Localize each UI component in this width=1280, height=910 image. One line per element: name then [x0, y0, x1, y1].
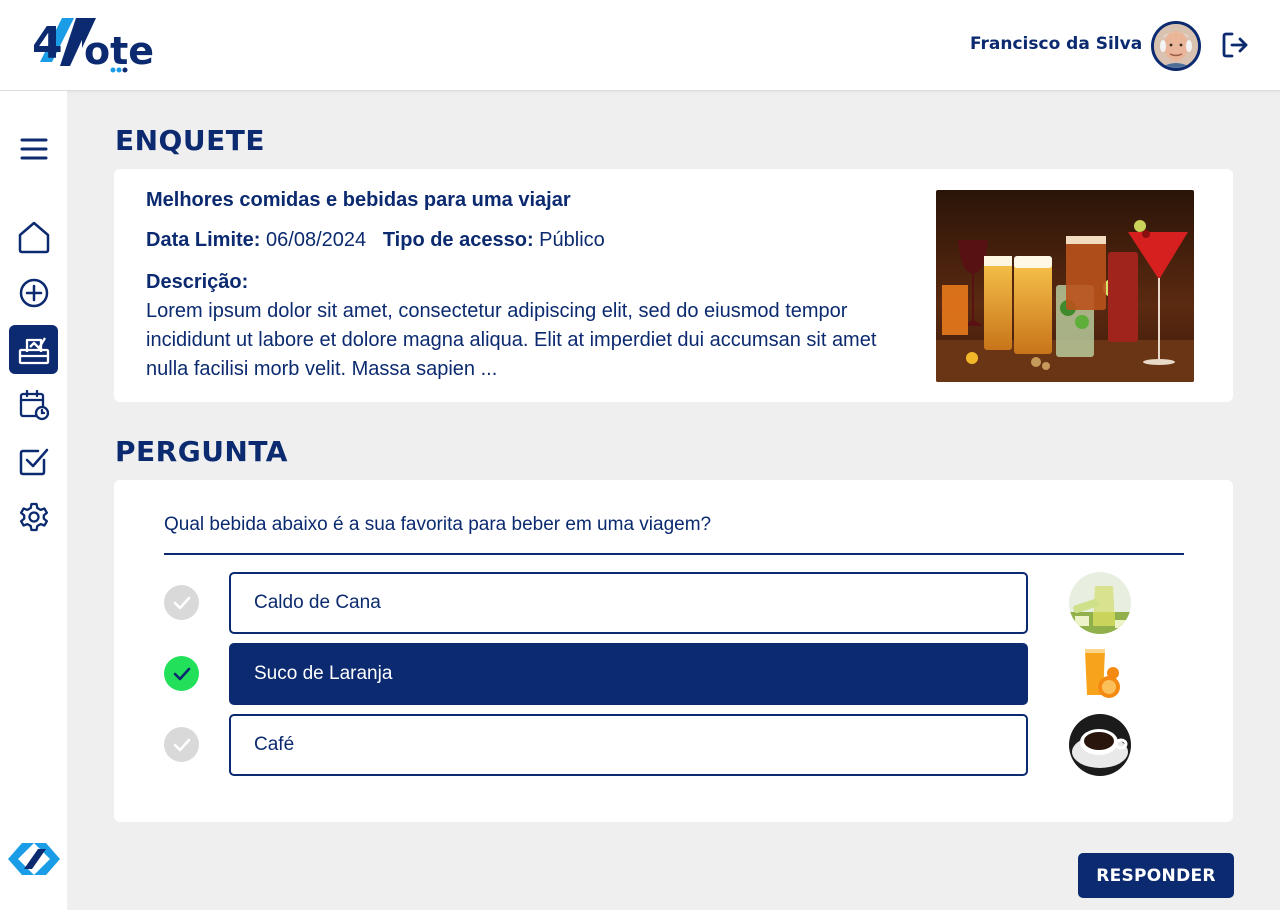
access-value: Público — [539, 229, 605, 251]
respond-button[interactable]: RESPONDER — [1078, 853, 1234, 898]
checked-circle-icon[interactable] — [164, 656, 199, 691]
add-circle-icon[interactable] — [16, 275, 52, 311]
coffee-cup-thumbnail — [1069, 714, 1131, 776]
question-text: Qual bebida abaixo é a sua favorita para… — [164, 514, 712, 535]
deadline-value: 06/08/2024 — [266, 229, 367, 251]
home-icon[interactable] — [16, 219, 52, 255]
sidebar — [0, 91, 67, 910]
gear-icon[interactable] — [16, 499, 52, 535]
option-row[interactable]: Suco de Laranja — [164, 643, 1184, 705]
unchecked-circle-icon[interactable] — [164, 585, 199, 620]
question-section-title: PERGUNTA — [115, 435, 288, 468]
checkbox-icon[interactable] — [16, 443, 52, 479]
poll-drinks-image — [936, 190, 1194, 382]
question-card: Qual bebida abaixo é a sua favorita para… — [114, 480, 1233, 822]
sugarcane-juice-thumbnail — [1069, 572, 1131, 634]
poll-title: Melhores comidas e bebidas para uma viaj… — [146, 189, 571, 211]
option-label: Café — [254, 734, 295, 755]
ballot-box-icon[interactable] — [9, 325, 58, 374]
description-label: Descrição: — [146, 271, 249, 293]
option-label: Caldo de Cana — [254, 592, 381, 613]
unchecked-circle-icon[interactable] — [164, 727, 199, 762]
calendar-clock-icon[interactable] — [16, 387, 52, 423]
option-button-selected[interactable]: Suco de Laranja — [229, 643, 1028, 705]
user-name: Francisco da Silva — [970, 34, 1143, 54]
poll-card: Melhores comidas e bebidas para uma viaj… — [114, 169, 1233, 402]
question-divider — [164, 553, 1184, 555]
menu-icon[interactable] — [16, 131, 52, 167]
app-logo[interactable]: 4 ote — [32, 14, 172, 78]
option-label: Suco de Laranja — [254, 663, 393, 684]
access-label: Tipo de acesso: — [382, 229, 534, 251]
deadline-label: Data Limite: — [146, 229, 261, 251]
option-button[interactable]: Café — [229, 714, 1028, 776]
poll-section-title: ENQUETE — [115, 124, 265, 157]
option-row[interactable]: Caldo de Cana — [164, 572, 1184, 634]
top-bar: 4 ote Francisco da Silva — [0, 0, 1280, 91]
poll-description: Lorem ipsum dolor sit amet, consectetur … — [146, 300, 877, 380]
user-avatar[interactable] — [1151, 21, 1201, 71]
poll-meta: Data Limite: 06/08/2024 Tipo de acesso: … — [146, 229, 605, 252]
option-button[interactable]: Caldo de Cana — [229, 572, 1028, 634]
svg-text:ote: ote — [84, 29, 154, 73]
svg-text:4: 4 — [32, 18, 63, 69]
option-row[interactable]: Café — [164, 714, 1184, 776]
orange-juice-thumbnail — [1069, 643, 1131, 705]
brand-mark-icon — [8, 839, 60, 879]
logout-icon[interactable] — [1220, 30, 1250, 60]
